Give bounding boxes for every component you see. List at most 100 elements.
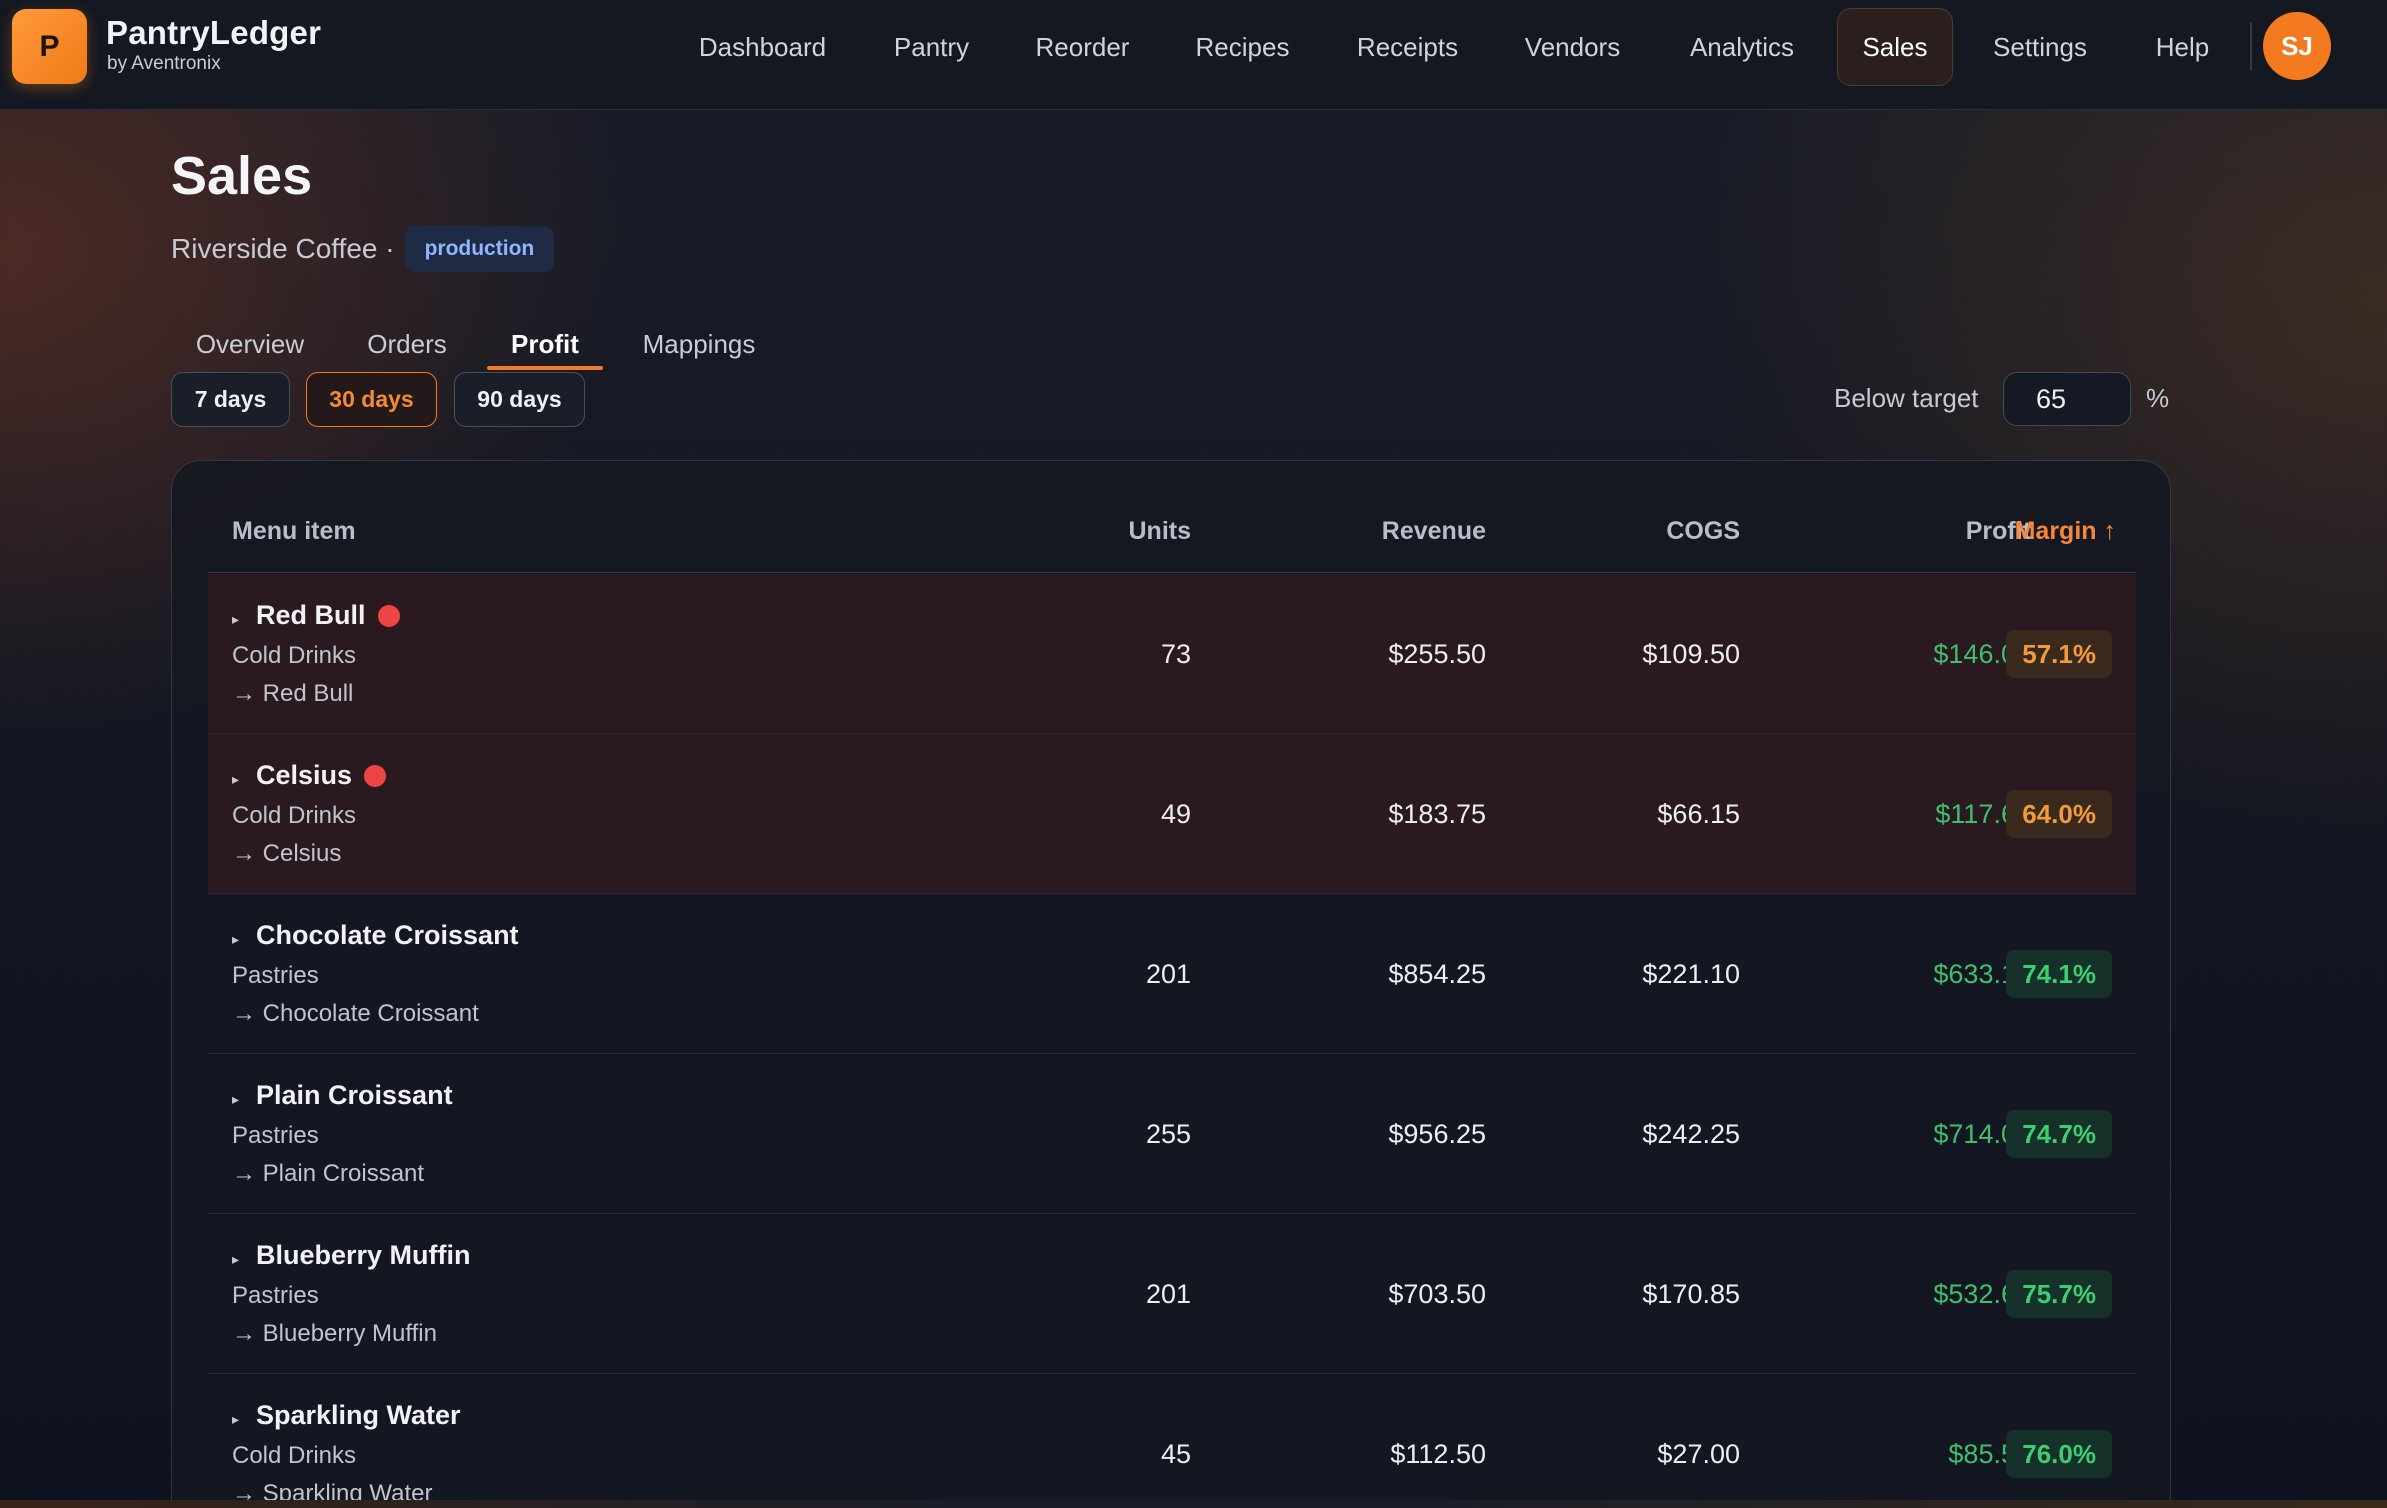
nav-item-settings[interactable]: Settings [1980,8,2100,86]
menu-item-category: Cold Drinks [232,642,357,669]
revenue-cell: $956.25 [1388,1118,1486,1149]
user-avatar[interactable]: SJ [2263,12,2331,80]
cogs-cell: $242.25 [1642,1118,1740,1149]
active-tab-indicator [487,366,603,370]
top-navbar: P PantryLedger by Aventronix Dashboard P… [0,0,2387,110]
column-header-profit[interactable]: Profit [1758,489,2031,573]
menu-item-category: Cold Drinks [232,802,357,829]
revenue-cell: $112.50 [1390,1438,1486,1469]
menu-item-name: Plain Croissant [256,1080,453,1110]
cogs-cell: $109.50 [1642,638,1740,669]
tab-mappings[interactable]: Mappings [630,318,768,370]
menu-item-mapping: → Celsius [232,840,342,867]
below-target-dot-icon [377,604,400,627]
page-title: Sales [171,146,313,206]
units-cell: 73 [1160,638,1191,669]
page-bottom-edge [0,1500,2387,1508]
environment-badge: production [404,226,555,272]
units-cell: 201 [1145,958,1191,989]
cogs-cell: $66.15 [1657,798,1740,829]
nav-item-reorder[interactable]: Reorder [1020,8,1145,86]
range-7-days-button[interactable]: 7 days [171,372,290,427]
tab-overview[interactable]: Overview [180,318,320,370]
menu-item-name: Sparkling Water [256,1400,461,1430]
margin-badge: 74.1% [2006,950,2112,998]
menu-item-name: Celsius [256,760,387,791]
menu-item-name: Chocolate Croissant [256,920,519,950]
revenue-cell: $703.50 [1388,1278,1486,1309]
cogs-cell: $27.00 [1657,1438,1740,1469]
expand-caret-icon[interactable]: ▸ [232,1091,239,1108]
table-row[interactable]: ▸ Plain Croissant Pastries → Plain Crois… [208,1054,2136,1214]
expand-caret-icon[interactable]: ▸ [232,611,239,628]
margin-badge: 64.0% [2006,790,2112,838]
expand-caret-icon[interactable]: ▸ [232,771,239,788]
profit-cell: $85.50 [1948,1438,2031,1469]
expand-caret-icon[interactable]: ▸ [232,1251,239,1268]
menu-item-category: Cold Drinks [232,1442,357,1469]
app-name: PantryLedger [106,14,322,51]
menu-item-mapping: → Chocolate Croissant [232,1000,479,1027]
app-vendor: by Aventronix [107,53,221,74]
margin-badge: 76.0% [2006,1430,2112,1478]
below-target-label: Below target [1834,383,1979,413]
range-90-days-button[interactable]: 90 days [454,372,585,427]
expand-caret-icon[interactable]: ▸ [232,1411,239,1428]
column-header-revenue[interactable]: Revenue [1208,489,1486,573]
units-cell: 45 [1160,1438,1191,1469]
profit-cell: $633.15 [1933,958,2031,989]
nav-item-sales[interactable]: Sales [1837,8,1953,86]
units-cell: 255 [1145,1118,1191,1149]
profit-table-card: Menu item Units Revenue COGS Profit Marg… [171,460,2171,1508]
column-header-menu-item[interactable]: Menu item [232,489,356,573]
nav-item-vendors[interactable]: Vendors [1505,8,1640,86]
units-cell: 201 [1145,1278,1191,1309]
app-logo-icon[interactable]: P [12,9,87,84]
below-target-dot-icon [364,764,387,787]
tab-orders[interactable]: Orders [352,318,462,370]
table-row[interactable]: ▸ Red Bull Cold Drinks → Red Bull 73 $25… [208,574,2136,734]
column-header-cogs[interactable]: COGS [1508,489,1740,573]
nav-divider [2250,22,2252,70]
nav-item-analytics[interactable]: Analytics [1672,8,1812,86]
revenue-cell: $255.50 [1388,638,1486,669]
nav-item-dashboard[interactable]: Dashboard [680,8,845,86]
menu-item-category: Pastries [232,962,319,989]
expand-caret-icon[interactable]: ▸ [232,931,239,948]
profit-cell: $714.00 [1933,1118,2031,1149]
nav-item-help[interactable]: Help [2140,8,2225,86]
table-row[interactable]: ▸ Chocolate Croissant Pastries → Chocola… [208,894,2136,1054]
column-header-margin-sorted[interactable]: Margin ↑ [2015,489,2116,573]
nav-item-recipes[interactable]: Recipes [1175,8,1310,86]
profit-cell: $117.60 [1935,798,2031,829]
table-row[interactable]: ▸ Celsius Cold Drinks → Celsius 49 $183.… [208,734,2136,894]
menu-item-mapping: → Plain Croissant [232,1160,425,1187]
margin-badge: 57.1% [2006,630,2112,678]
menu-item-mapping: → Blueberry Muffin [232,1320,437,1347]
below-target-input[interactable] [2003,372,2131,426]
menu-item-category: Pastries [232,1282,319,1309]
menu-item-name: Red Bull [256,600,400,631]
margin-badge: 74.7% [2006,1110,2112,1158]
revenue-cell: $854.25 [1388,958,1486,989]
margin-badge: 75.7% [2006,1270,2112,1318]
table-row[interactable]: ▸ Sparkling Water Cold Drinks → Sparklin… [208,1374,2136,1508]
range-30-days-button[interactable]: 30 days [306,372,437,427]
page-subtitle: Riverside Coffee · production [171,225,555,273]
revenue-cell: $183.75 [1388,798,1486,829]
nav-item-receipts[interactable]: Receipts [1340,8,1475,86]
column-header-units[interactable]: Units [908,489,1192,573]
menu-item-category: Pastries [232,1122,319,1149]
location-name: Riverside Coffee · [171,233,395,264]
menu-item-mapping: → Red Bull [232,680,354,707]
nav-item-pantry[interactable]: Pantry [874,8,989,86]
profit-cell: $146.00 [1933,638,2031,669]
profit-cell: $532.65 [1933,1278,2031,1309]
cogs-cell: $170.85 [1642,1278,1740,1309]
percent-unit-label: % [2146,383,2170,413]
menu-item-name: Blueberry Muffin [256,1240,471,1270]
units-cell: 49 [1160,798,1191,829]
table-row[interactable]: ▸ Blueberry Muffin Pastries → Blueberry … [208,1214,2136,1374]
cogs-cell: $221.10 [1642,958,1740,989]
tab-profit[interactable]: Profit [487,318,603,370]
